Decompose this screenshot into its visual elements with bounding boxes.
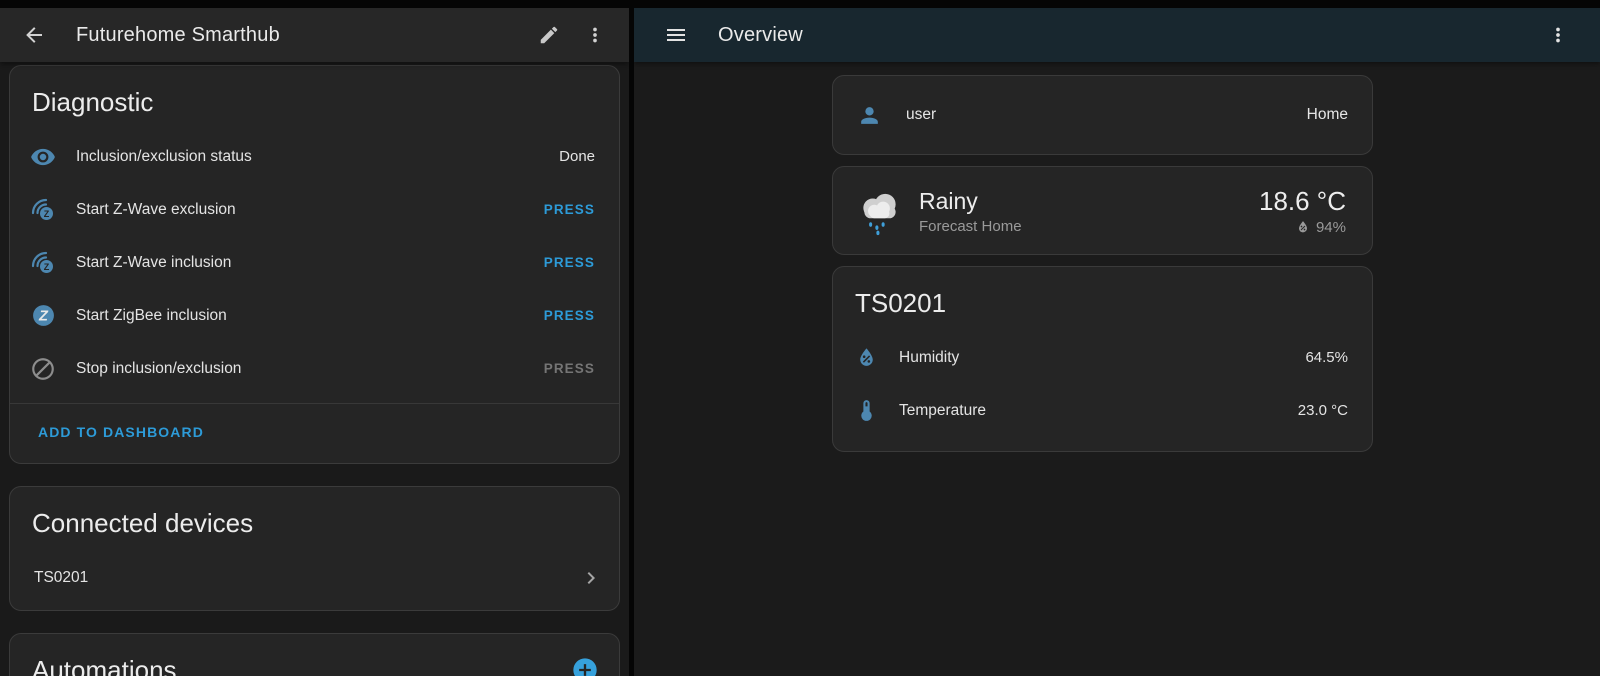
back-button[interactable] [14,15,54,55]
weather-text-block: Rainy Forecast Home [919,187,1022,235]
add-to-dashboard-button[interactable]: ADD TO DASHBOARD [38,424,204,440]
weather-humidity-value: 94% [1316,219,1346,236]
temperature-value: 23.0 °C [1298,402,1348,419]
device-page-panel: Futurehome Smarthub Diagnostic [0,8,629,676]
thermometer-icon [853,398,879,424]
svg-text:Z: Z [38,309,49,325]
weather-temperature: 18.6 °C [1259,186,1346,216]
edit-button[interactable] [529,15,569,55]
hamburger-menu-icon [664,23,688,47]
dots-vertical-icon [1547,24,1569,46]
weather-card[interactable]: Rainy Forecast Home 18.6 °C 94% [832,166,1373,255]
row-label: Humidity [899,349,959,367]
device-page-content: Diagnostic Inclusion/exclusion status Do… [0,62,629,676]
row-label: Temperature [899,402,986,420]
weather-entity-name: Forecast Home [919,218,1022,235]
overview-panel: Overview user Home [634,8,1600,676]
user-presence-card[interactable]: user Home [832,75,1373,155]
add-automation-button[interactable] [571,656,599,676]
row-start-zwave-exclusion: Z Start Z-Wave exclusion PRESS [10,183,619,236]
row-label: Inclusion/exclusion status [76,148,252,166]
overview-title: Overview [718,24,803,47]
row-label: Start ZigBee inclusion [76,307,227,325]
zwave-icon: Z [30,250,56,276]
overview-overflow-menu-button[interactable] [1538,15,1578,55]
weather-rainy-icon [855,186,905,236]
overview-content: user Home [634,62,1600,452]
weather-humidity-row: 94% [1259,219,1346,236]
row-start-zigbee-inclusion: Z Start ZigBee inclusion PRESS [10,289,619,342]
zigbee-icon: Z [30,303,56,329]
water-percent-icon [853,345,879,371]
user-location-state: Home [1307,106,1348,124]
dots-vertical-icon [584,24,606,46]
press-button[interactable]: PRESS [544,202,595,217]
row-label: Start Z-Wave inclusion [76,254,231,272]
zwave-icon: Z [30,197,56,223]
device-name: TS0201 [34,569,88,587]
weather-values-block: 18.6 °C 94% [1259,186,1346,236]
connected-devices-card: Connected devices TS0201 [9,486,620,611]
cancel-icon [30,356,56,382]
device-list-item-ts0201[interactable]: TS0201 [10,551,619,604]
temperature-row[interactable]: Temperature 23.0 °C [833,384,1372,437]
press-button[interactable]: PRESS [544,255,595,270]
diagnostic-rows: Inclusion/exclusion status Done Z Start … [10,130,619,403]
plus-circle-icon [571,656,599,676]
overview-appbar: Overview [634,8,1600,62]
press-button-disabled: PRESS [544,361,595,376]
eye-icon [30,144,56,170]
device-page-title: Futurehome Smarthub [76,24,280,47]
row-inclusion-exclusion-status: Inclusion/exclusion status Done [10,130,619,183]
overview-column: user Home [832,75,1373,452]
chevron-right-icon [579,566,603,590]
svg-text:Z: Z [44,262,50,272]
menu-button[interactable] [656,15,696,55]
ts0201-sensor-card: TS0201 Humidity 64.5% [832,266,1373,452]
ts0201-card-title: TS0201 [833,267,1372,331]
pencil-icon [538,24,560,46]
diagnostic-card: Diagnostic Inclusion/exclusion status Do… [9,65,620,464]
diagnostic-card-title: Diagnostic [10,66,619,130]
automations-title: Automations [10,634,619,676]
diagnostic-card-footer: ADD TO DASHBOARD [10,403,619,463]
person-icon [857,103,882,128]
status-value: Done [559,148,595,165]
user-name: user [906,106,936,124]
humidity-value: 64.5% [1305,349,1348,366]
overflow-menu-button[interactable] [575,15,615,55]
weather-condition: Rainy [919,187,1022,215]
svg-text:Z: Z [44,209,50,219]
connected-devices-title: Connected devices [10,487,619,551]
water-percent-icon [1295,219,1311,235]
automations-card: Automations [9,633,620,676]
row-stop-inclusion-exclusion: Stop inclusion/exclusion PRESS [10,342,619,395]
arrow-left-icon [22,23,46,47]
row-start-zwave-inclusion: Z Start Z-Wave inclusion PRESS [10,236,619,289]
humidity-row[interactable]: Humidity 64.5% [833,331,1372,384]
press-button[interactable]: PRESS [544,308,595,323]
row-label: Start Z-Wave exclusion [76,201,236,219]
device-page-appbar: Futurehome Smarthub [0,8,629,62]
row-label: Stop inclusion/exclusion [76,360,241,378]
